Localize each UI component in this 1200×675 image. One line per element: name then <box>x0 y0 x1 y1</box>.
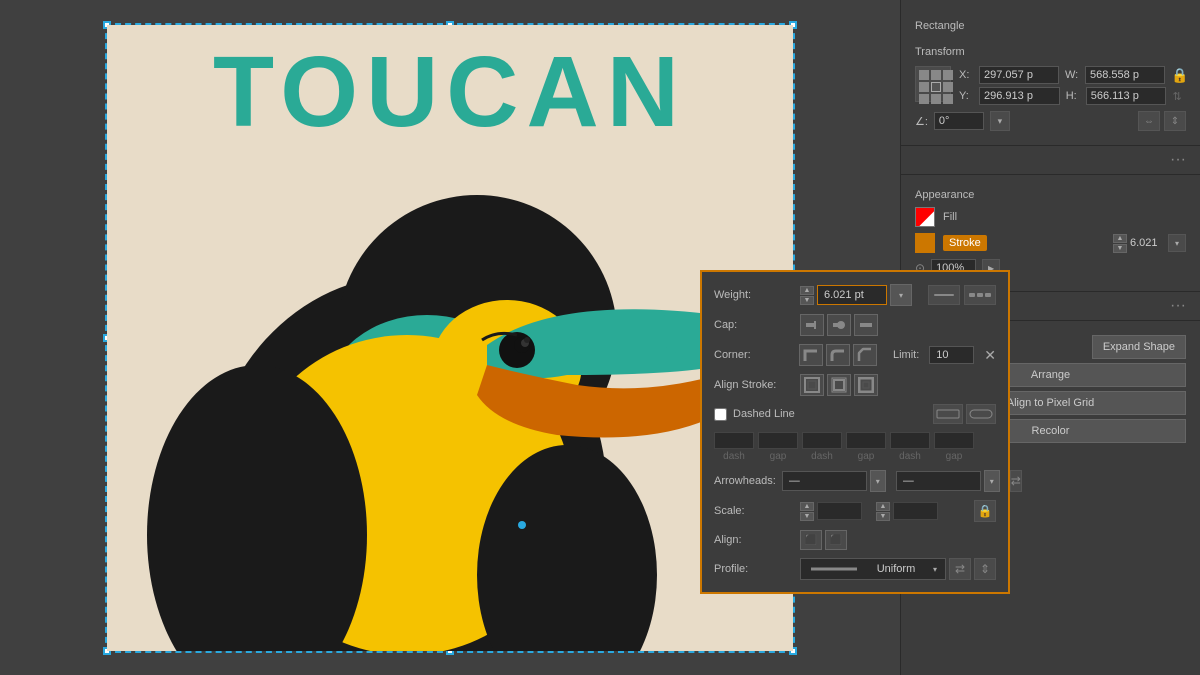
flip-h-icon[interactable]: ⇔ <box>1138 111 1160 131</box>
corner-round[interactable] <box>826 344 850 366</box>
stroke-value: 6.021 <box>1130 237 1165 249</box>
weight-label: Weight: <box>714 289 794 301</box>
stroke-label-active[interactable]: Stroke <box>943 235 987 251</box>
toucan-illustration <box>137 155 777 651</box>
align-stroke-icons <box>800 374 878 396</box>
scale2-up[interactable]: ▲ <box>876 502 890 511</box>
corner-label: Corner: <box>714 349 793 361</box>
link-scale-button[interactable]: 🔒 <box>974 500 996 522</box>
weight-input[interactable] <box>817 285 887 305</box>
reference-point-icon[interactable] <box>915 66 951 102</box>
dashed-line-row: Dashed Line <box>714 404 996 424</box>
cap-icons <box>800 314 878 336</box>
gap-label-3: gap <box>946 451 963 462</box>
flip-icon[interactable]: ⇅ <box>1172 90 1188 103</box>
arrowhead-end[interactable]: — <box>896 471 981 491</box>
angle-dropdown[interactable]: ▾ <box>990 111 1010 131</box>
scale1-down[interactable]: ▼ <box>800 512 814 521</box>
align-center[interactable] <box>800 374 824 396</box>
y-label: Y: <box>959 90 973 102</box>
artwork-inner: TOUCAN <box>107 25 793 651</box>
flip-profile-button[interactable]: ⇄ <box>949 558 971 580</box>
x-label: X: <box>959 69 973 81</box>
weight-spinner-up[interactable]: ▲ <box>800 286 814 295</box>
gap-2[interactable] <box>846 432 886 449</box>
scale2-input[interactable] <box>893 502 938 520</box>
profile-settings-button[interactable]: ⇕ <box>974 558 996 580</box>
cap-round[interactable] <box>827 314 851 336</box>
cap-label: Cap: <box>714 319 794 331</box>
corner-miter[interactable] <box>799 344 823 366</box>
artwork-title: TOUCAN <box>107 35 793 150</box>
arrowhead-dropdown-2[interactable]: ▾ <box>984 470 1000 492</box>
arrowhead-dropdown-1[interactable]: ▾ <box>870 470 886 492</box>
dashed-label: Dashed Line <box>733 408 795 420</box>
limit-input[interactable] <box>929 346 974 364</box>
fill-label: Fill <box>943 211 957 223</box>
fill-swatch[interactable] <box>915 207 935 227</box>
align-label: Align: <box>714 534 794 546</box>
appearance-label: Appearance <box>915 189 1186 201</box>
flip-v-icon[interactable]: ⇕ <box>1164 111 1186 131</box>
align-icons: ⬛ ⬛ <box>800 530 847 550</box>
stroke-spinner-up[interactable]: ▲ ▼ <box>1113 234 1127 253</box>
weight-unit-dropdown[interactable]: ▾ <box>890 284 912 306</box>
x-input[interactable] <box>979 66 1059 84</box>
cap-butt[interactable] <box>800 314 824 336</box>
dash-3[interactable] <box>890 432 930 449</box>
gap-1[interactable] <box>758 432 798 449</box>
scale-label: Scale: <box>714 505 794 517</box>
close-popup-button[interactable]: ✕ <box>984 348 996 362</box>
dash-corner-1[interactable] <box>933 404 963 424</box>
dashed-checkbox[interactable] <box>714 408 727 421</box>
dash-label-1: dash <box>723 451 745 462</box>
dash-label-2: dash <box>811 451 833 462</box>
angle-label: ∠: <box>915 115 928 128</box>
swap-arrowheads-button[interactable]: ⇄ <box>1010 470 1022 492</box>
h-label: H: <box>1066 90 1080 102</box>
object-type-label: Rectangle <box>915 20 1186 32</box>
align-left[interactable]: ⬛ <box>800 530 822 550</box>
arrowhead-start[interactable]: — <box>782 471 867 491</box>
corner-icons <box>799 344 877 366</box>
align-stroke-label: Align Stroke: <box>714 379 794 391</box>
dash-pattern-2[interactable] <box>964 285 996 305</box>
stroke-dropdown[interactable]: ▾ <box>1168 234 1186 252</box>
stroke-popup: Weight: ▲ ▼ ▾ Cap: <box>700 270 1010 594</box>
stroke-swatch[interactable] <box>915 233 935 253</box>
arrowheads-label: Arrowheads: <box>714 475 776 487</box>
dash-1[interactable] <box>714 432 754 449</box>
transform-label: Transform <box>915 46 1186 58</box>
limit-label: Limit: <box>893 349 919 361</box>
profile-value: Uniform <box>877 563 916 575</box>
y-input[interactable] <box>979 87 1060 105</box>
w-label: W: <box>1065 69 1079 81</box>
artwork-frame: TOUCAN <box>105 23 795 653</box>
more-options-button[interactable]: ··· <box>901 152 1200 168</box>
scale1-input[interactable] <box>817 502 862 520</box>
dash-pattern-1[interactable] <box>928 285 960 305</box>
lock-proportions-icon[interactable]: 🔒 <box>1171 67 1188 84</box>
gap-label-2: gap <box>858 451 875 462</box>
scale2-down[interactable]: ▼ <box>876 512 890 521</box>
dash-corner-2[interactable] <box>966 404 996 424</box>
align-inside[interactable] <box>827 374 851 396</box>
cap-square[interactable] <box>854 314 878 336</box>
align-outside[interactable] <box>854 374 878 396</box>
dash-inputs-row: dash gap dash gap dash gap <box>714 432 996 462</box>
gap-label-1: gap <box>770 451 787 462</box>
angle-input[interactable] <box>934 112 984 130</box>
weight-spinner-down[interactable]: ▼ <box>800 296 814 305</box>
align-right[interactable]: ⬛ <box>825 530 847 550</box>
profile-label: Profile: <box>714 563 794 575</box>
w-input[interactable] <box>1085 66 1165 84</box>
scale1-up[interactable]: ▲ <box>800 502 814 511</box>
dash-label-3: dash <box>899 451 921 462</box>
h-input[interactable] <box>1086 87 1167 105</box>
dash-2[interactable] <box>802 432 842 449</box>
gap-3[interactable] <box>934 432 974 449</box>
corner-bevel[interactable] <box>853 344 877 366</box>
expand-shape-button[interactable]: Expand Shape <box>1092 335 1186 359</box>
